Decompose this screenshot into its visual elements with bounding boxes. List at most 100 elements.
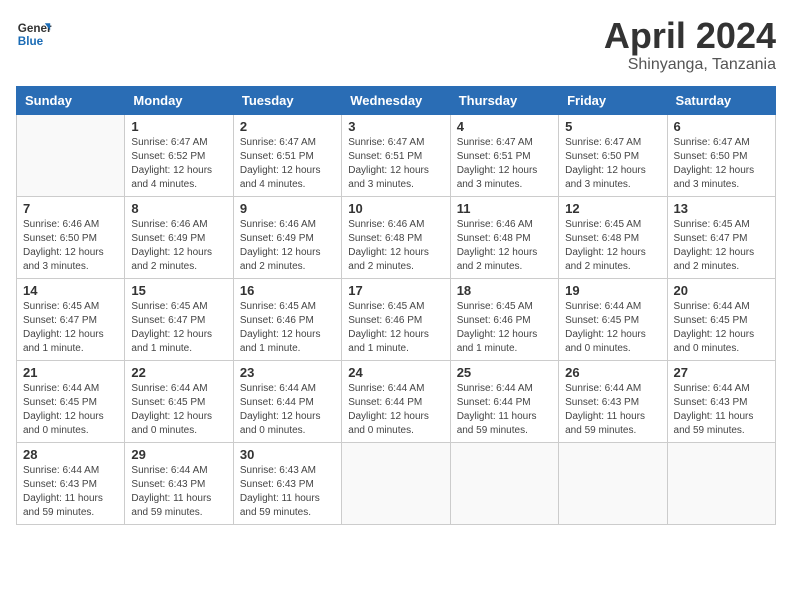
col-header-wednesday: Wednesday <box>342 86 450 114</box>
day-info: Sunrise: 6:47 AM Sunset: 6:51 PM Dayligh… <box>240 136 335 192</box>
calendar-cell <box>667 442 775 524</box>
day-number: 7 <box>23 201 118 216</box>
day-info: Sunrise: 6:45 AM Sunset: 6:46 PM Dayligh… <box>457 300 552 356</box>
calendar-cell: 5 Sunrise: 6:47 AM Sunset: 6:50 PM Daylig… <box>559 114 667 196</box>
day-number: 16 <box>240 283 335 298</box>
day-info: Sunrise: 6:45 AM Sunset: 6:46 PM Dayligh… <box>348 300 443 356</box>
day-number: 13 <box>674 201 769 216</box>
calendar-week-row: 28 Sunrise: 6:44 AM Sunset: 6:43 PM Dayli… <box>17 442 776 524</box>
day-number: 8 <box>131 201 226 216</box>
day-info: Sunrise: 6:46 AM Sunset: 6:50 PM Dayligh… <box>23 218 118 274</box>
calendar-cell: 18 Sunrise: 6:45 AM Sunset: 6:46 PM Dayli… <box>450 278 558 360</box>
calendar-cell: 30 Sunrise: 6:43 AM Sunset: 6:43 PM Dayli… <box>233 442 341 524</box>
day-info: Sunrise: 6:47 AM Sunset: 6:51 PM Dayligh… <box>348 136 443 192</box>
month-title: April 2024 <box>604 16 776 56</box>
calendar-cell: 19Sunrise: 6:44 AM Sunset: 6:45 PM Dayli… <box>559 278 667 360</box>
day-number: 4 <box>457 119 552 134</box>
day-number: 20 <box>674 283 769 298</box>
day-number: 17 <box>348 283 443 298</box>
day-info: Sunrise: 6:46 AM Sunset: 6:48 PM Dayligh… <box>348 218 443 274</box>
title-area: April 2024 Shinyanga, Tanzania <box>604 16 776 74</box>
calendar-cell: 29Sunrise: 6:44 AM Sunset: 6:43 PM Dayli… <box>125 442 233 524</box>
day-number: 19 <box>565 283 660 298</box>
calendar-cell: 27 Sunrise: 6:44 AM Sunset: 6:43 PM Dayli… <box>667 360 775 442</box>
day-number: 22 <box>131 365 226 380</box>
day-number: 30 <box>240 447 335 462</box>
calendar-cell <box>559 442 667 524</box>
calendar-cell: 15Sunrise: 6:45 AM Sunset: 6:47 PM Dayli… <box>125 278 233 360</box>
calendar-cell: 8 Sunrise: 6:46 AM Sunset: 6:49 PM Daylig… <box>125 196 233 278</box>
logo: General Blue <box>16 16 52 52</box>
day-number: 12 <box>565 201 660 216</box>
calendar-cell: 6Sunrise: 6:47 AM Sunset: 6:50 PM Daylig… <box>667 114 775 196</box>
calendar-cell: 4Sunrise: 6:47 AM Sunset: 6:51 PM Daylig… <box>450 114 558 196</box>
day-number: 28 <box>23 447 118 462</box>
calendar-cell: 16Sunrise: 6:45 AM Sunset: 6:46 PM Dayli… <box>233 278 341 360</box>
calendar-cell <box>450 442 558 524</box>
calendar-cell: 28 Sunrise: 6:44 AM Sunset: 6:43 PM Dayli… <box>17 442 125 524</box>
col-header-tuesday: Tuesday <box>233 86 341 114</box>
calendar-cell: 20 Sunrise: 6:44 AM Sunset: 6:45 PM Dayli… <box>667 278 775 360</box>
calendar-week-row: 14Sunrise: 6:45 AM Sunset: 6:47 PM Dayli… <box>17 278 776 360</box>
day-info: Sunrise: 6:44 AM Sunset: 6:43 PM Dayligh… <box>23 464 118 520</box>
day-number: 23 <box>240 365 335 380</box>
day-number: 21 <box>23 365 118 380</box>
calendar-cell: 26 Sunrise: 6:44 AM Sunset: 6:43 PM Dayli… <box>559 360 667 442</box>
day-number: 2 <box>240 119 335 134</box>
day-info: Sunrise: 6:44 AM Sunset: 6:44 PM Dayligh… <box>348 382 443 438</box>
day-info: Sunrise: 6:44 AM Sunset: 6:43 PM Dayligh… <box>674 382 769 438</box>
day-info: Sunrise: 6:46 AM Sunset: 6:49 PM Dayligh… <box>240 218 335 274</box>
day-info: Sunrise: 6:46 AM Sunset: 6:49 PM Dayligh… <box>131 218 226 274</box>
calendar-cell <box>342 442 450 524</box>
col-header-monday: Monday <box>125 86 233 114</box>
day-info: Sunrise: 6:44 AM Sunset: 6:44 PM Dayligh… <box>240 382 335 438</box>
calendar-cell: 1 Sunrise: 6:47 AM Sunset: 6:52 PM Daylig… <box>125 114 233 196</box>
col-header-saturday: Saturday <box>667 86 775 114</box>
day-number: 27 <box>674 365 769 380</box>
header: General Blue April 2024 Shinyanga, Tanza… <box>16 16 776 74</box>
day-info: Sunrise: 6:47 AM Sunset: 6:50 PM Dayligh… <box>674 136 769 192</box>
day-number: 18 <box>457 283 552 298</box>
calendar-cell: 22 Sunrise: 6:44 AM Sunset: 6:45 PM Dayli… <box>125 360 233 442</box>
calendar-cell: 2 Sunrise: 6:47 AM Sunset: 6:51 PM Daylig… <box>233 114 341 196</box>
calendar-cell: 10 Sunrise: 6:46 AM Sunset: 6:48 PM Dayli… <box>342 196 450 278</box>
calendar-cell: 14Sunrise: 6:45 AM Sunset: 6:47 PM Dayli… <box>17 278 125 360</box>
col-header-sunday: Sunday <box>17 86 125 114</box>
calendar-week-row: 21 Sunrise: 6:44 AM Sunset: 6:45 PM Dayli… <box>17 360 776 442</box>
day-info: Sunrise: 6:44 AM Sunset: 6:43 PM Dayligh… <box>565 382 660 438</box>
day-info: Sunrise: 6:47 AM Sunset: 6:50 PM Dayligh… <box>565 136 660 192</box>
calendar-week-row: 7 Sunrise: 6:46 AM Sunset: 6:50 PM Daylig… <box>17 196 776 278</box>
day-number: 24 <box>348 365 443 380</box>
day-number: 1 <box>131 119 226 134</box>
calendar-cell: 21Sunrise: 6:44 AM Sunset: 6:45 PM Dayli… <box>17 360 125 442</box>
calendar-cell: 7 Sunrise: 6:46 AM Sunset: 6:50 PM Daylig… <box>17 196 125 278</box>
day-number: 9 <box>240 201 335 216</box>
day-info: Sunrise: 6:44 AM Sunset: 6:44 PM Dayligh… <box>457 382 552 438</box>
calendar-header-row: SundayMondayTuesdayWednesdayThursdayFrid… <box>17 86 776 114</box>
day-info: Sunrise: 6:47 AM Sunset: 6:52 PM Dayligh… <box>131 136 226 192</box>
calendar-week-row: 1 Sunrise: 6:47 AM Sunset: 6:52 PM Daylig… <box>17 114 776 196</box>
svg-text:Blue: Blue <box>18 35 44 48</box>
day-info: Sunrise: 6:44 AM Sunset: 6:45 PM Dayligh… <box>674 300 769 356</box>
day-number: 10 <box>348 201 443 216</box>
day-number: 26 <box>565 365 660 380</box>
calendar-cell: 23 Sunrise: 6:44 AM Sunset: 6:44 PM Dayli… <box>233 360 341 442</box>
col-header-friday: Friday <box>559 86 667 114</box>
logo-icon: General Blue <box>16 16 52 52</box>
day-info: Sunrise: 6:45 AM Sunset: 6:47 PM Dayligh… <box>23 300 118 356</box>
calendar-cell: 12 Sunrise: 6:45 AM Sunset: 6:48 PM Dayli… <box>559 196 667 278</box>
calendar-cell: 17 Sunrise: 6:45 AM Sunset: 6:46 PM Dayli… <box>342 278 450 360</box>
day-number: 5 <box>565 119 660 134</box>
calendar-cell <box>17 114 125 196</box>
day-info: Sunrise: 6:44 AM Sunset: 6:43 PM Dayligh… <box>131 464 226 520</box>
location-subtitle: Shinyanga, Tanzania <box>604 56 776 74</box>
calendar-cell: 3 Sunrise: 6:47 AM Sunset: 6:51 PM Daylig… <box>342 114 450 196</box>
day-info: Sunrise: 6:43 AM Sunset: 6:43 PM Dayligh… <box>240 464 335 520</box>
calendar-cell: 9 Sunrise: 6:46 AM Sunset: 6:49 PM Daylig… <box>233 196 341 278</box>
day-info: Sunrise: 6:45 AM Sunset: 6:48 PM Dayligh… <box>565 218 660 274</box>
day-info: Sunrise: 6:44 AM Sunset: 6:45 PM Dayligh… <box>131 382 226 438</box>
day-number: 3 <box>348 119 443 134</box>
day-number: 15 <box>131 283 226 298</box>
day-info: Sunrise: 6:45 AM Sunset: 6:47 PM Dayligh… <box>674 218 769 274</box>
calendar-cell: 13 Sunrise: 6:45 AM Sunset: 6:47 PM Dayli… <box>667 196 775 278</box>
